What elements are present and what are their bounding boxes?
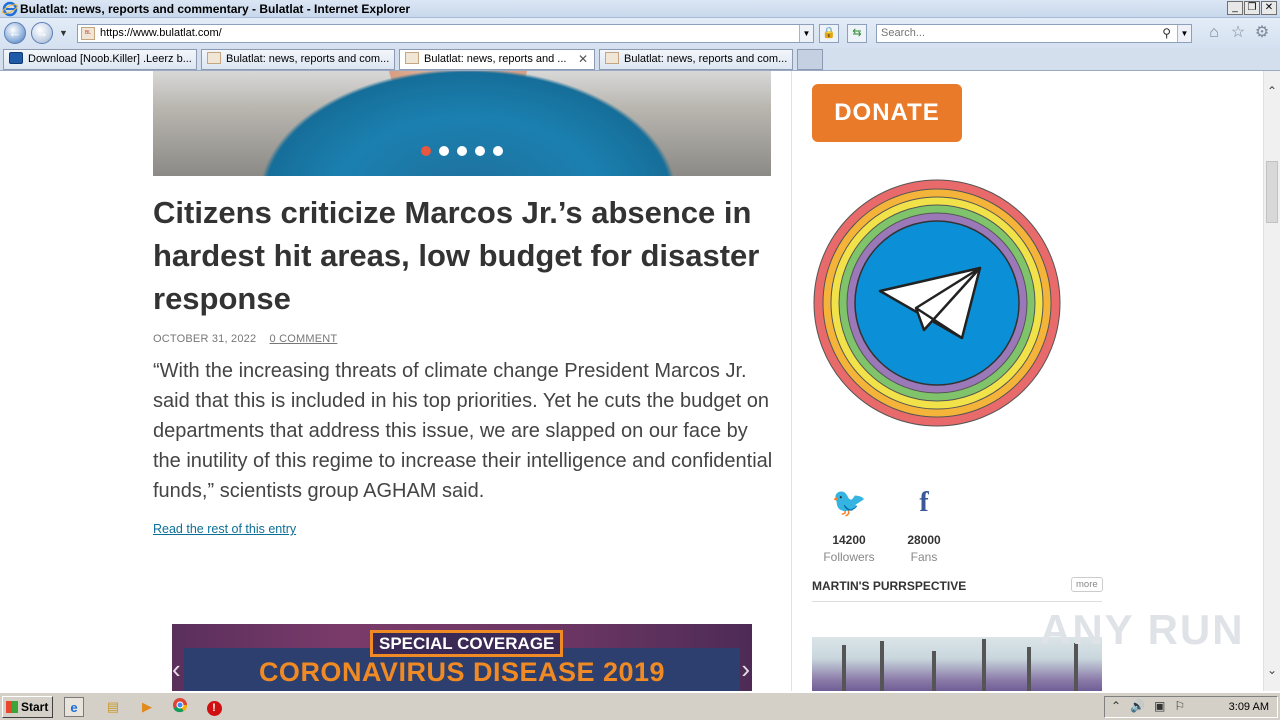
facebook-label: Fans (910, 550, 938, 564)
banner-title: CORONAVIRUS DISEASE 2019 (258, 657, 666, 687)
scroll-up-icon[interactable]: ⌃ (1264, 83, 1280, 100)
article-meta: OCTOBER 31, 2022 0 COMMENT (153, 333, 337, 345)
slider-dot-2[interactable] (439, 146, 449, 156)
tab-favicon (405, 52, 419, 65)
more-button[interactable]: more (1071, 577, 1103, 592)
clock[interactable]: 3:09 AM (1229, 701, 1269, 713)
slider-dot-1[interactable] (421, 146, 431, 156)
address-dropdown-icon[interactable]: ▼ (799, 25, 813, 42)
donate-button[interactable]: DONATE (812, 84, 962, 142)
address-url[interactable]: https://www.bulatlat.com/ (100, 27, 222, 39)
search-dropdown-icon[interactable]: ▼ (1177, 25, 1191, 42)
tab-bulatlat-3[interactable]: Bulatlat: news, reports and com... (599, 49, 793, 70)
slider-dot-3[interactable] (457, 146, 467, 156)
banner-prev-arrow-icon[interactable]: ‹ (172, 654, 181, 685)
forward-arrow-icon: → (35, 25, 49, 40)
windows-flag-icon (6, 701, 18, 713)
recent-pages-dropdown-icon[interactable]: ▼ (59, 28, 68, 38)
column-divider (791, 71, 792, 691)
tab-label: Bulatlat: news, reports and com... (624, 53, 788, 65)
taskbar-explorer-icon[interactable]: ▤ (103, 697, 123, 717)
page-content: Citizens criticize Marcos Jr.’s absence … (0, 71, 1263, 691)
taskbar-chrome-icon[interactable] (170, 697, 190, 717)
search-icon[interactable]: ⚲ (1162, 26, 1171, 40)
address-field[interactable]: BL https://www.bulatlat.com/ ▼ (77, 24, 814, 43)
scrollbar-thumb[interactable] (1266, 161, 1278, 223)
tab-label: Bulatlat: news, reports and com... (226, 53, 390, 65)
read-more-link[interactable]: Read the rest of this entry (153, 522, 296, 536)
start-label: Start (21, 700, 49, 714)
slider-dot-4[interactable] (475, 146, 485, 156)
cartoon-tree (842, 645, 846, 691)
article-date: OCTOBER 31, 2022 (153, 333, 257, 345)
tab-favicon (207, 52, 221, 65)
internet-explorer-icon (2, 1, 18, 17)
window-titlebar: Bulatlat: news, reports and commentary -… (0, 0, 1280, 18)
banner-next-arrow-icon[interactable]: › (741, 654, 750, 685)
start-button[interactable]: Start (2, 696, 53, 718)
section-title: MARTIN'S PURRSPECTIVE (812, 579, 967, 593)
close-window-button[interactable]: ✕ (1261, 1, 1277, 15)
minimize-button[interactable]: _ (1227, 1, 1243, 15)
comment-count-link[interactable]: 0 COMMENT (270, 333, 338, 345)
search-field[interactable]: ⚲ ▼ (876, 24, 1192, 43)
tab-bar: Download [Noob.Killer] .Leerz b... Bulat… (0, 48, 1280, 71)
tab-favicon (9, 52, 23, 65)
tab-favicon (605, 52, 619, 65)
tab-bulatlat-1[interactable]: Bulatlat: news, reports and com... (201, 49, 395, 70)
forward-button[interactable]: → (31, 22, 53, 44)
system-tray: ⌃🔊▣⚐ 3:09 AM (1104, 696, 1278, 718)
search-input[interactable] (881, 27, 1151, 39)
settings-gear-icon[interactable]: ⚙ (1253, 24, 1271, 42)
tab-download[interactable]: Download [Noob.Killer] .Leerz b... (3, 49, 197, 70)
back-arrow-icon: ← (8, 25, 22, 40)
home-icon[interactable]: ⌂ (1205, 24, 1223, 42)
facebook-stat[interactable]: f 28000 Fans (889, 486, 959, 564)
banner-tag: SPECIAL COVERAGE (370, 630, 564, 657)
taskbar-ie-icon[interactable]: e (64, 697, 84, 717)
new-tab-button[interactable] (797, 49, 823, 70)
favorites-star-icon[interactable]: ☆ (1229, 24, 1247, 42)
lock-icon[interactable]: 🔒 (819, 24, 839, 43)
navigation-bar: ← → ▼ BL https://www.bulatlat.com/ ▼ 🔒 ⇆… (0, 18, 1280, 48)
twitter-icon: 🐦 (831, 487, 867, 518)
twitter-count: 14200 (832, 533, 866, 547)
window-title: Bulatlat: news, reports and commentary -… (20, 2, 411, 16)
slider-dot-5[interactable] (493, 146, 503, 156)
section-divider (812, 601, 1102, 602)
cartoon-tree (1027, 647, 1031, 691)
site-favicon: BL (81, 27, 95, 40)
article-excerpt: “With the increasing threats of climate … (153, 360, 773, 502)
cartoon-tree (982, 639, 986, 691)
taskbar-media-player-icon[interactable]: ▶ (137, 697, 157, 717)
cartoon-tree (932, 651, 936, 691)
refresh-icon[interactable]: ⇆ (847, 24, 867, 43)
vertical-scrollbar[interactable]: ⌃ ⌄ (1263, 71, 1280, 691)
twitter-label: Followers (823, 550, 875, 564)
tab-label: Download [Noob.Killer] .Leerz b... (28, 53, 192, 65)
close-tab-icon[interactable]: ✕ (578, 50, 588, 69)
tray-icons[interactable]: ⌃🔊▣⚐ (1111, 699, 1194, 713)
chrome-icon (173, 698, 187, 713)
twitter-stat[interactable]: 🐦 14200 Followers (814, 486, 884, 564)
telegram-icon[interactable] (812, 178, 1062, 428)
special-coverage-banner[interactable]: SPECIAL COVERAGE CORONAVIRUS DISEASE 201… (172, 624, 752, 691)
featured-image-slider[interactable] (153, 71, 771, 176)
facebook-count: 28000 (907, 533, 941, 547)
facebook-icon: f (919, 487, 929, 518)
anyrun-watermark: ANY RUN (1040, 606, 1245, 653)
back-button[interactable]: ← (4, 22, 26, 44)
taskbar: Start e ▤ ▶ ! ⌃🔊▣⚐ 3:09 AM (0, 692, 1280, 720)
restore-button[interactable]: ❐ (1244, 1, 1260, 15)
taskbar-security-icon[interactable]: ! (204, 697, 224, 717)
article-headline[interactable]: Citizens criticize Marcos Jr.’s absence … (153, 191, 773, 320)
tab-label: Bulatlat: news, reports and ... (424, 53, 567, 65)
scroll-down-icon[interactable]: ⌄ (1264, 662, 1280, 679)
tab-bulatlat-active[interactable]: Bulatlat: news, reports and ... ✕ (399, 49, 595, 70)
cartoon-tree (880, 641, 884, 691)
featured-photo-shirt (263, 71, 673, 176)
